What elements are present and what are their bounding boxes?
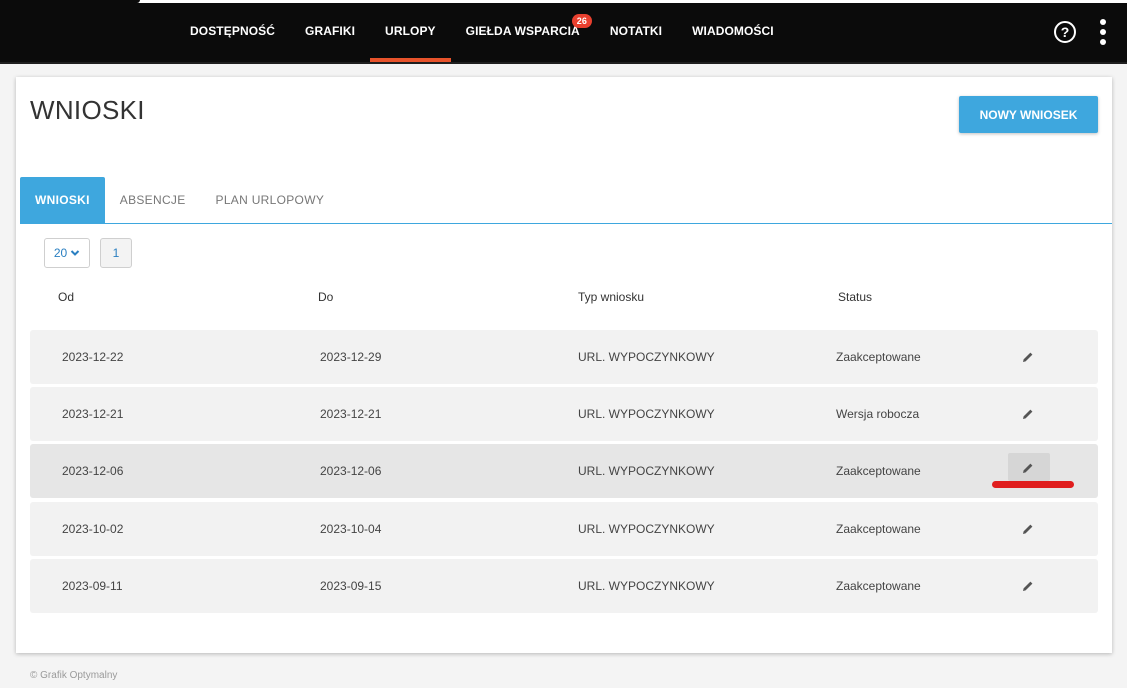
column-header-od: Od (58, 290, 75, 304)
pagination-page-button[interactable]: 1 (100, 238, 132, 268)
column-header-do: Do (318, 290, 334, 304)
footer-copyright: © Grafik Optymalny (30, 670, 118, 681)
cell-status: Zaakceptowane (836, 464, 921, 478)
nav-label: URLOPY (385, 24, 436, 38)
notification-badge: 26 (571, 14, 592, 28)
table-header: Od Do Typ wniosku Status (30, 290, 1098, 306)
pencil-icon[interactable] (1022, 523, 1034, 535)
page-title: WNIOSKI (30, 95, 145, 125)
cell-status: Zaakceptowane (836, 522, 921, 536)
nav-label: GRAFIKI (305, 24, 356, 38)
cell-do: 2023-12-21 (320, 407, 382, 421)
red-underline-annotation (992, 481, 1074, 488)
cell-status: Zaakceptowane (836, 350, 921, 364)
tab-plan-urlopowy[interactable]: PLAN URLOPOWY (201, 177, 340, 223)
nav-label: GIEŁDA WSPARCIA (465, 24, 580, 38)
page-size-value: 20 (53, 246, 68, 260)
nav-item-wiadomosci[interactable]: WIADOMOŚCI (677, 0, 789, 62)
cell-do: 2023-10-04 (320, 522, 382, 536)
cell-typ: URL. WYPOCZYNKOWY (578, 350, 715, 364)
tab-absencje[interactable]: ABSENCJE (105, 177, 201, 223)
cell-od: 2023-12-06 (62, 464, 124, 478)
pencil-icon[interactable] (1022, 351, 1034, 363)
cell-typ: URL. WYPOCZYNKOWY (578, 522, 715, 536)
table-row[interactable]: 2023-10-02 2023-10-04 URL. WYPOCZYNKOWY … (30, 502, 1098, 556)
tab-wnioski[interactable]: WNIOSKI (20, 177, 105, 223)
nav-label: DOSTĘPNOŚĆ (190, 24, 276, 38)
column-header-status: Status (838, 290, 873, 304)
table-row[interactable]: 2023-09-11 2023-09-15 URL. WYPOCZYNKOWY … (30, 559, 1098, 613)
nav-label: WIADOMOŚCI (692, 24, 774, 38)
column-header-typ: Typ wniosku (578, 290, 645, 304)
cell-do: 2023-12-06 (320, 464, 382, 478)
table-row[interactable]: 2023-12-06 2023-12-06 URL. WYPOCZYNKOWY … (30, 444, 1098, 498)
page-size-select[interactable]: 20 (44, 238, 90, 268)
cell-od: 2023-12-22 (62, 350, 124, 364)
new-request-button[interactable]: NOWY WNIOSEK (959, 96, 1098, 133)
top-navigation-bar: DOSTĘPNOŚĆ GRAFIKI URLOPY GIEŁDA WSPARCI… (0, 0, 1127, 64)
nav-item-grafiki[interactable]: GRAFIKI (290, 0, 370, 62)
pencil-icon[interactable] (1022, 408, 1034, 420)
main-nav: DOSTĘPNOŚĆ GRAFIKI URLOPY GIEŁDA WSPARCI… (175, 0, 789, 62)
nav-label: NOTATKI (609, 24, 663, 38)
nav-item-urlopy[interactable]: URLOPY (370, 0, 451, 62)
nav-item-dostepnosc[interactable]: DOSTĘPNOŚĆ (175, 0, 290, 62)
more-vertical-icon[interactable] (1098, 19, 1108, 45)
chevron-down-icon (70, 250, 80, 256)
cell-typ: URL. WYPOCZYNKOWY (578, 579, 715, 593)
nav-item-gielda-wsparcia[interactable]: GIEŁDA WSPARCIA 26 (451, 0, 595, 62)
cell-od: 2023-12-21 (62, 407, 124, 421)
tab-bar: WNIOSKI ABSENCJE PLAN URLOPOWY (20, 177, 1112, 224)
pencil-icon[interactable] (1022, 462, 1034, 474)
cell-typ: URL. WYPOCZYNKOWY (578, 407, 715, 421)
cell-do: 2023-09-15 (320, 579, 382, 593)
table-row[interactable]: 2023-12-21 2023-12-21 URL. WYPOCZYNKOWY … (30, 387, 1098, 441)
nav-item-notatki[interactable]: NOTATKI (595, 0, 677, 62)
requests-card: WNIOSKI NOWY WNIOSEK WNIOSKI ABSENCJE PL… (16, 77, 1112, 653)
cell-status: Zaakceptowane (836, 579, 921, 593)
cell-od: 2023-09-11 (62, 579, 123, 593)
cell-do: 2023-12-29 (320, 350, 382, 364)
pencil-icon[interactable] (1022, 580, 1034, 592)
cell-status: Wersja robocza (836, 407, 920, 421)
table-row[interactable]: 2023-12-22 2023-12-29 URL. WYPOCZYNKOWY … (30, 330, 1098, 384)
cell-typ: URL. WYPOCZYNKOWY (578, 464, 715, 478)
cell-od: 2023-10-02 (62, 522, 124, 536)
help-icon[interactable]: ? (1054, 21, 1076, 43)
